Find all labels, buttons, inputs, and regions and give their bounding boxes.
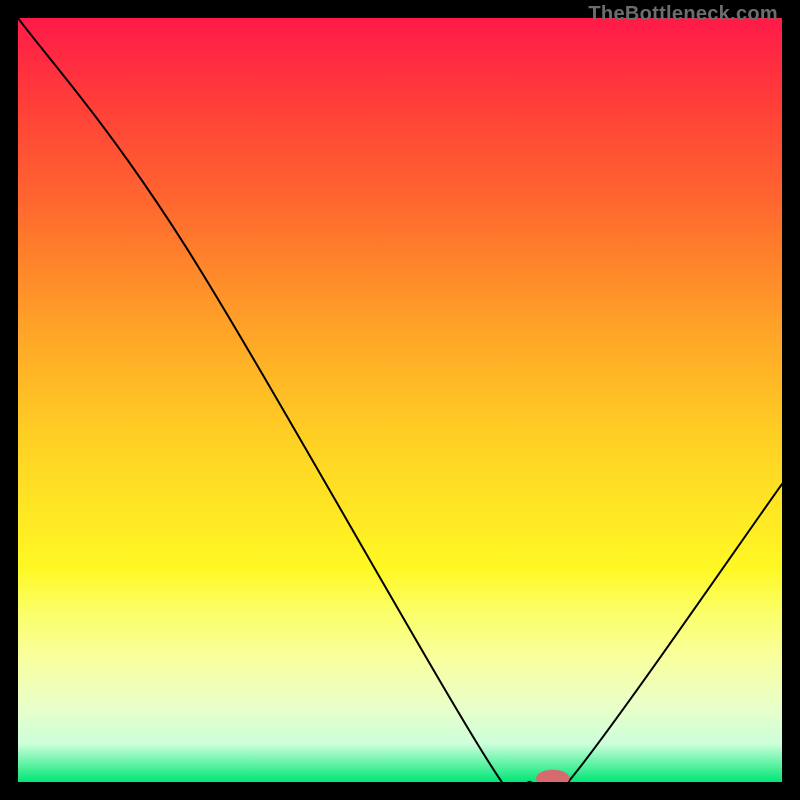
chart-stage: TheBottleneck.com bbox=[0, 0, 800, 800]
chart-svg bbox=[18, 18, 782, 782]
marker-pill bbox=[536, 770, 570, 782]
plot-area bbox=[18, 18, 782, 782]
curve-path bbox=[18, 18, 782, 782]
watermark-text: TheBottleneck.com bbox=[588, 0, 778, 28]
